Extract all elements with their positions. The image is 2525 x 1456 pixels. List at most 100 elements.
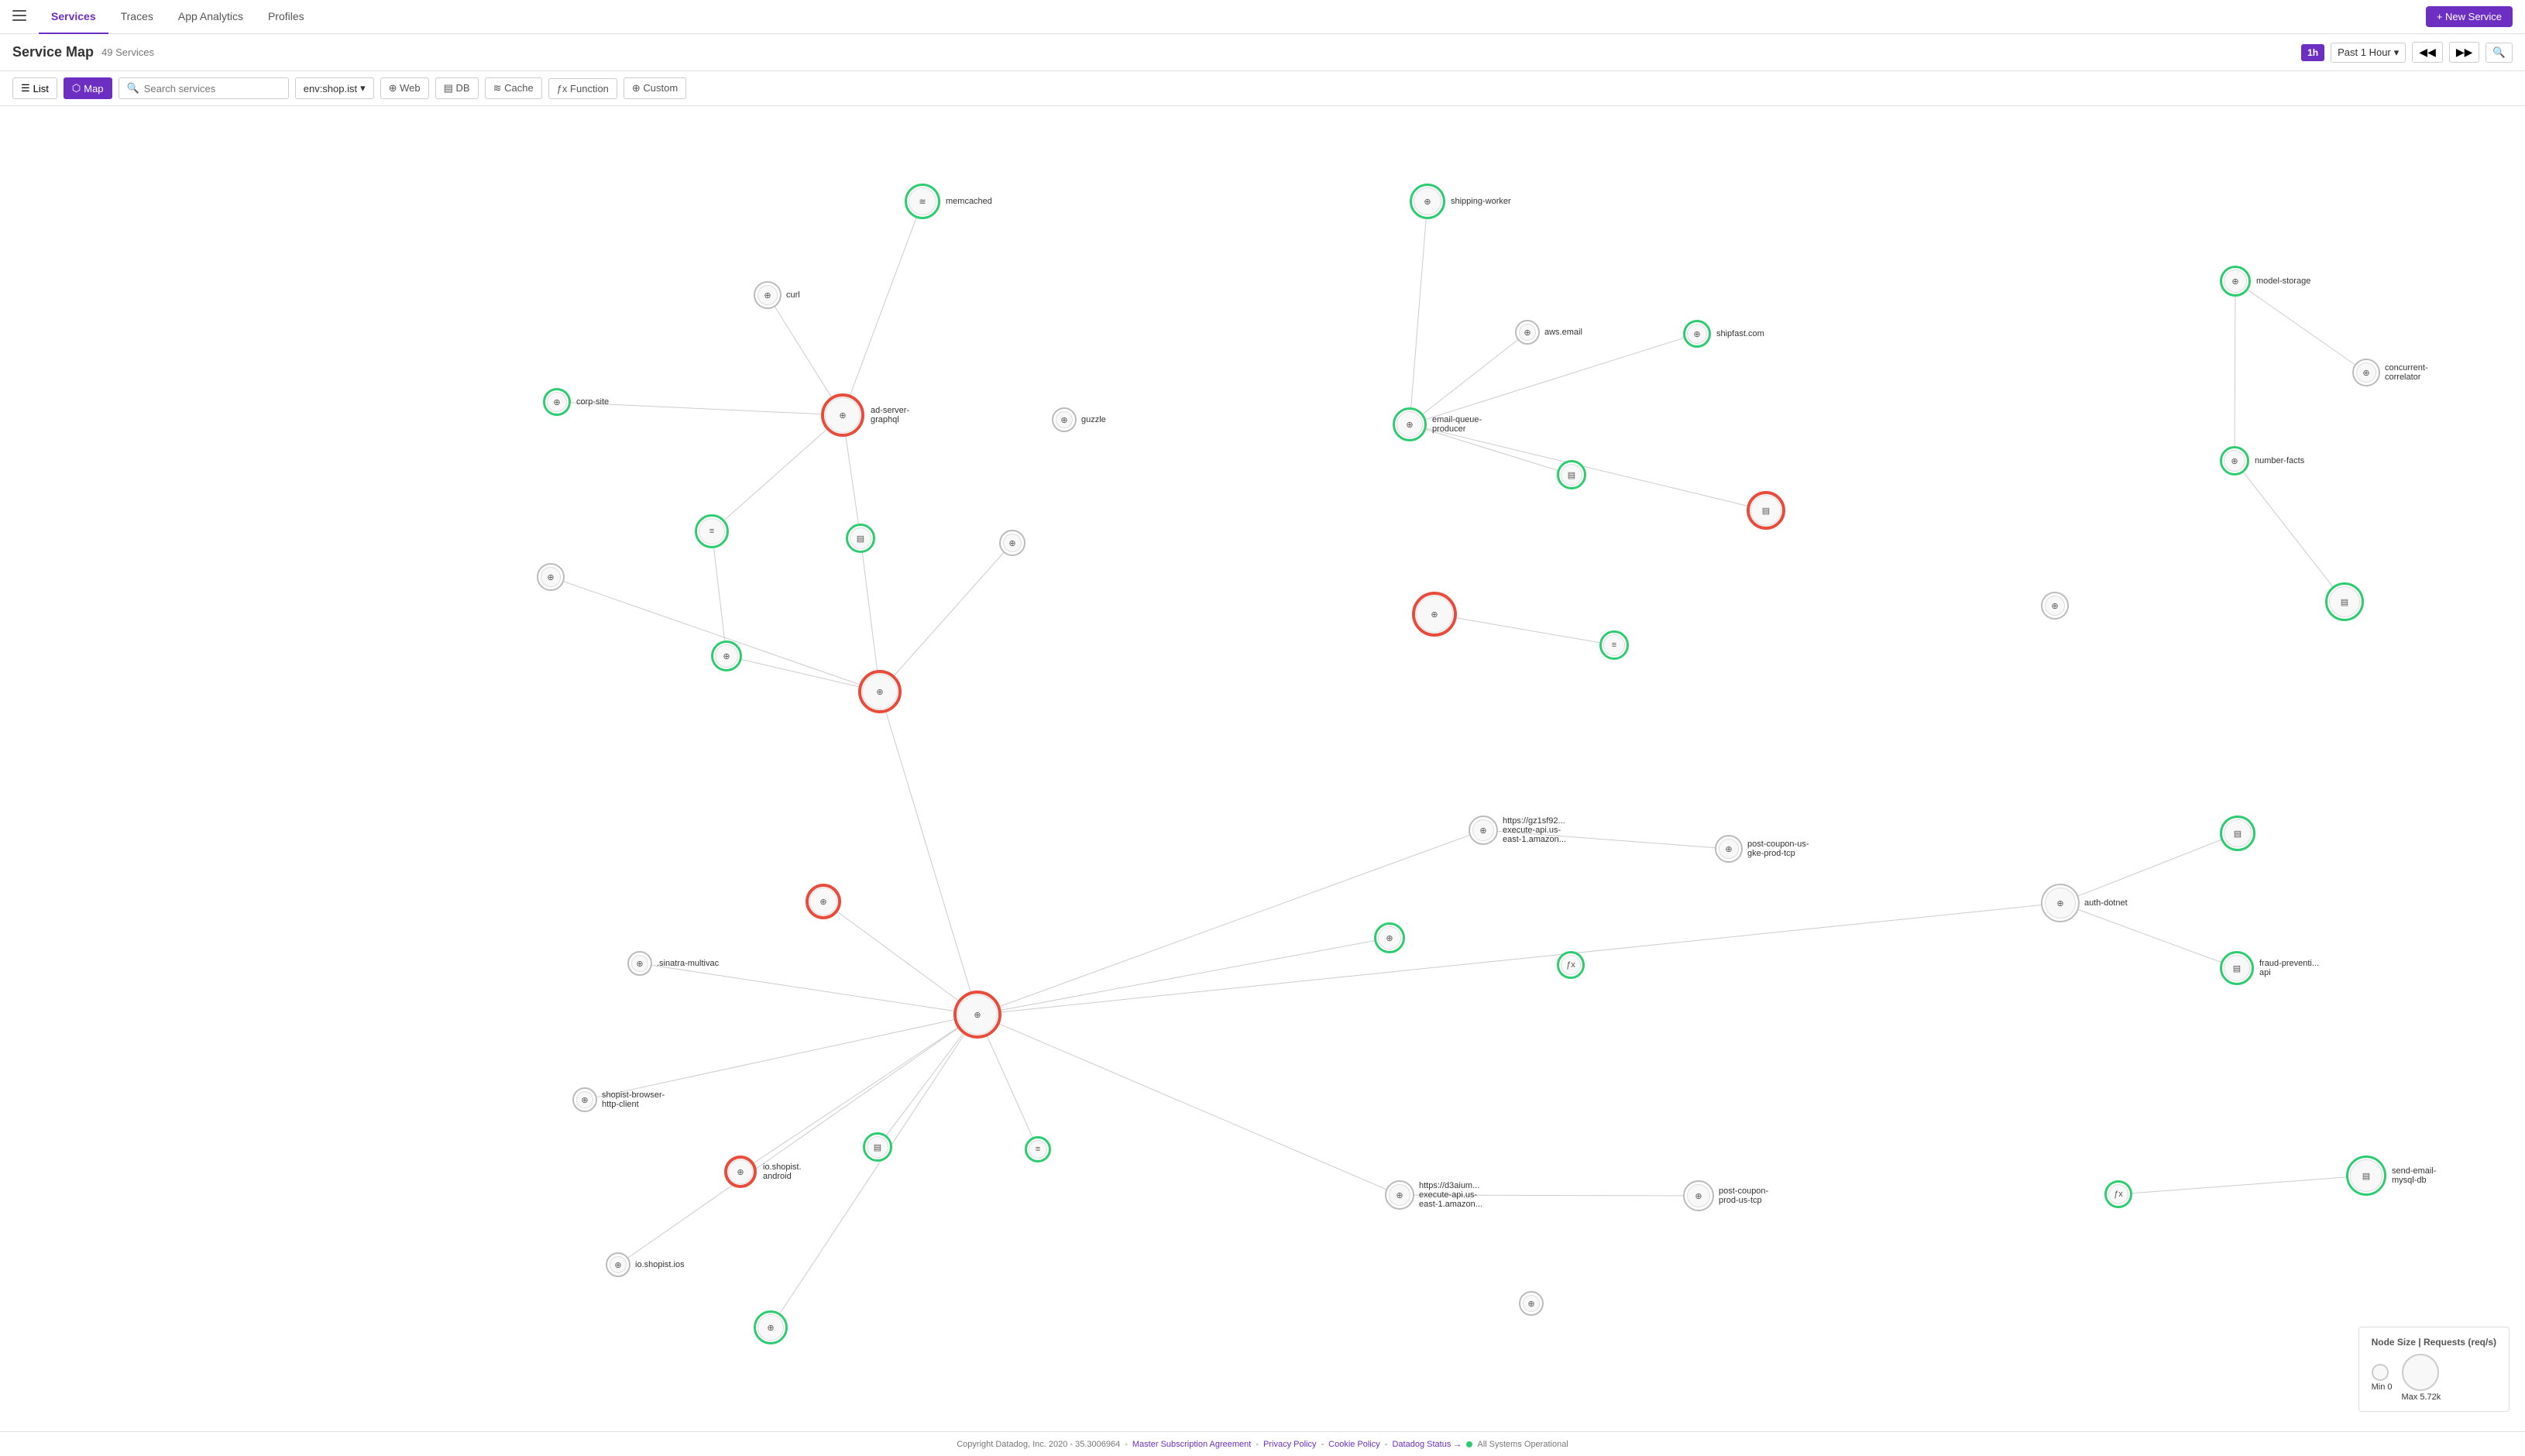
list-view-button[interactable]: ☰ List	[12, 77, 57, 99]
node-icon-send-email-mysql-db: ▤	[2362, 1171, 2370, 1181]
node-node-a[interactable]: ≡	[695, 514, 729, 548]
filter-db[interactable]: ▤ DB	[435, 77, 479, 99]
node-post-coupon-prod-us-tcp[interactable]: ⊕post-coupon- prod-us-tcp	[1683, 1180, 1714, 1211]
node-node-green-right2[interactable]: ≡	[1599, 630, 1629, 660]
new-service-button[interactable]: + New Service	[2426, 6, 2513, 27]
node-icon-email-queue-producer: ⊕	[1406, 420, 1413, 430]
node-icon-model-storage: ⊕	[2231, 276, 2238, 287]
node-shipfast-com[interactable]: ⊕shipfast.com	[1683, 320, 1711, 348]
node-icon-curl: ⊕	[764, 290, 771, 300]
node-node-db1[interactable]: ▤	[1557, 460, 1586, 489]
node-node-red-mid[interactable]: ⊕	[806, 884, 841, 919]
node-node-fx2[interactable]: ƒx	[2104, 1180, 2132, 1208]
node-node-bottom-dot[interactable]: ⊕	[1519, 1291, 1544, 1316]
node-node-f[interactable]: ⊕	[858, 670, 902, 713]
time-forward-button[interactable]: ▶▶	[2449, 42, 2480, 63]
node-node-green-bigright[interactable]: ▤	[2325, 582, 2364, 621]
node-icon-fraud-preventi-api: ▤	[2233, 963, 2241, 974]
node-node-bottom-green[interactable]: ⊕	[754, 1310, 788, 1344]
node-model-storage[interactable]: ⊕model-storage	[2220, 266, 2251, 297]
global-search-button[interactable]: 🔍	[2485, 43, 2513, 63]
node-io-shopist-ios[interactable]: ⊕io.shopist.ios	[606, 1252, 630, 1277]
time-range-select[interactable]: Past 1 Hour ▾	[2331, 43, 2406, 63]
legend-title: Node Size | Requests (req/s)	[2372, 1337, 2496, 1348]
node-node-d[interactable]: ⊕	[999, 530, 1025, 556]
time-back-button[interactable]: ◀◀	[2412, 42, 2443, 63]
node-icon-node-bottom-green: ⊕	[767, 1323, 774, 1333]
node-icon-node-red-right: ▤	[1762, 506, 1770, 516]
filter-function[interactable]: ƒx Function	[548, 78, 617, 99]
tab-profiles[interactable]: Profiles	[256, 0, 317, 34]
node-send-email-mysql-db[interactable]: ▤send-email- mysql-db	[2346, 1156, 2386, 1196]
node-node-c[interactable]: ⊕	[537, 563, 565, 591]
node-concurrent-correlator[interactable]: ⊕concurrent- correlator	[2352, 359, 2380, 386]
node-label-shipping-worker: shipping-worker	[1451, 197, 1511, 206]
node-sinatra-multivac[interactable]: ⊕.sinatra-multivac	[627, 951, 652, 976]
top-nav: Services Traces App Analytics Profiles +…	[0, 0, 2525, 34]
node-https-d3aium[interactable]: ⊕https://d3aium... execute-api.us- east-…	[1385, 1180, 1414, 1210]
node-icon-https-d3aium: ⊕	[1396, 1190, 1403, 1200]
node-node-center[interactable]: ⊕	[953, 991, 1001, 1039]
map-view-button[interactable]: ⬡ Map	[64, 77, 112, 99]
node-corp-site[interactable]: ⊕corp-site	[543, 388, 571, 416]
node-shopist-browser-http-client[interactable]: ⊕shopist-browser- http-client	[572, 1087, 597, 1112]
node-label-aws-email: aws.email	[1544, 328, 1582, 337]
node-icon-post-coupon-prod-us-tcp: ⊕	[1695, 1191, 1702, 1201]
hamburger-icon[interactable]	[12, 10, 26, 23]
node-icon-node-green-sm2: ≡	[1036, 1145, 1040, 1154]
node-ad-server-graphql[interactable]: ⊕ad-server- graphql	[821, 393, 864, 437]
footer-link-msa[interactable]: Master Subscription Agreement	[1132, 1440, 1251, 1449]
tab-traces[interactable]: Traces	[108, 0, 166, 34]
node-node-green-sm1[interactable]: ▤	[863, 1132, 892, 1162]
node-node-fx1[interactable]: ƒx	[1557, 951, 1585, 979]
node-label-post-coupon-prod-us-tcp: post-coupon- prod-us-tcp	[1719, 1186, 1768, 1205]
chevron-down-icon: ▾	[360, 82, 366, 94]
node-label-concurrent-correlator: concurrent- correlator	[2385, 363, 2428, 382]
node-post-coupon-us-gke-prod-tcp[interactable]: ⊕post-coupon-us- gke-prod-tcp	[1715, 835, 1743, 863]
node-node-b[interactable]: ▤	[846, 524, 875, 553]
node-icon-sinatra-multivac: ⊕	[636, 959, 643, 969]
search-field[interactable]	[144, 83, 280, 94]
node-guzzle[interactable]: ⊕guzzle	[1052, 407, 1077, 432]
node-email-queue-producer[interactable]: ⊕email-queue- producer	[1393, 407, 1427, 441]
footer-link-privacy[interactable]: Privacy Policy	[1263, 1440, 1316, 1449]
node-node-red-right[interactable]: ▤	[1747, 491, 1785, 530]
node-label-email-queue-producer: email-queue- producer	[1432, 415, 1482, 434]
node-https-gz1[interactable]: ⊕https://gz1sf92... execute-api.us- east…	[1469, 816, 1498, 845]
env-select[interactable]: env:shop.ist ▾	[295, 77, 374, 99]
node-aws-email[interactable]: ⊕aws.email	[1515, 320, 1540, 345]
node-auth-dotnet[interactable]: ⊕auth-dotnet	[2041, 884, 2080, 922]
tab-app-analytics[interactable]: App Analytics	[166, 0, 256, 34]
node-label-shopist-browser-http-client: shopist-browser- http-client	[602, 1090, 665, 1109]
node-number-facts[interactable]: ⊕number-facts	[2220, 446, 2249, 476]
node-shipping-worker[interactable]: ⊕shipping-worker	[1410, 184, 1445, 219]
node-label-number-facts: number-facts	[2255, 456, 2304, 465]
node-icon-node-d: ⊕	[1008, 538, 1015, 548]
node-curl[interactable]: ⊕curl	[754, 281, 782, 309]
node-node-e[interactable]: ⊕	[711, 640, 742, 671]
filter-custom[interactable]: ⊕ Custom	[624, 77, 686, 99]
node-node-red-big[interactable]: ⊕	[1412, 592, 1457, 637]
node-node-green-center2[interactable]: ⊕	[1374, 922, 1405, 953]
node-icon-shopist-browser-http-client: ⊕	[581, 1095, 588, 1105]
footer-link-status[interactable]: Datadog Status →	[1392, 1440, 1462, 1449]
search-services-input[interactable]: 🔍	[119, 77, 289, 99]
node-icon-node-green-sm1: ▤	[874, 1142, 881, 1152]
node-node-green-sq1[interactable]: ▤	[2220, 816, 2255, 851]
node-node-green-sm2[interactable]: ≡	[1025, 1136, 1051, 1162]
node-memcached[interactable]: ≋memcached	[905, 184, 940, 219]
node-label-memcached: memcached	[946, 197, 992, 206]
tab-services[interactable]: Services	[39, 0, 108, 34]
node-node-gray-right[interactable]: ⊕	[2041, 592, 2069, 620]
node-icon-node-red-big: ⊕	[1431, 610, 1438, 620]
node-io-shopist-android[interactable]: ⊕io.shopist. android	[724, 1156, 757, 1188]
sub-header: Service Map 49 Services 1h Past 1 Hour ▾…	[0, 34, 2525, 71]
node-fraud-preventi-api[interactable]: ▤fraud-preventi... api	[2220, 951, 2254, 985]
filter-cache[interactable]: ≋ Cache	[485, 77, 542, 99]
node-label-https-gz1: https://gz1sf92... execute-api.us- east-…	[1503, 816, 1566, 844]
node-icon-concurrent-correlator: ⊕	[2362, 368, 2369, 378]
time-preset[interactable]: 1h	[2301, 44, 2324, 61]
filter-web[interactable]: ⊕ Web	[380, 77, 429, 99]
node-label-curl: curl	[786, 290, 800, 300]
footer-link-cookie[interactable]: Cookie Policy	[1328, 1440, 1380, 1449]
